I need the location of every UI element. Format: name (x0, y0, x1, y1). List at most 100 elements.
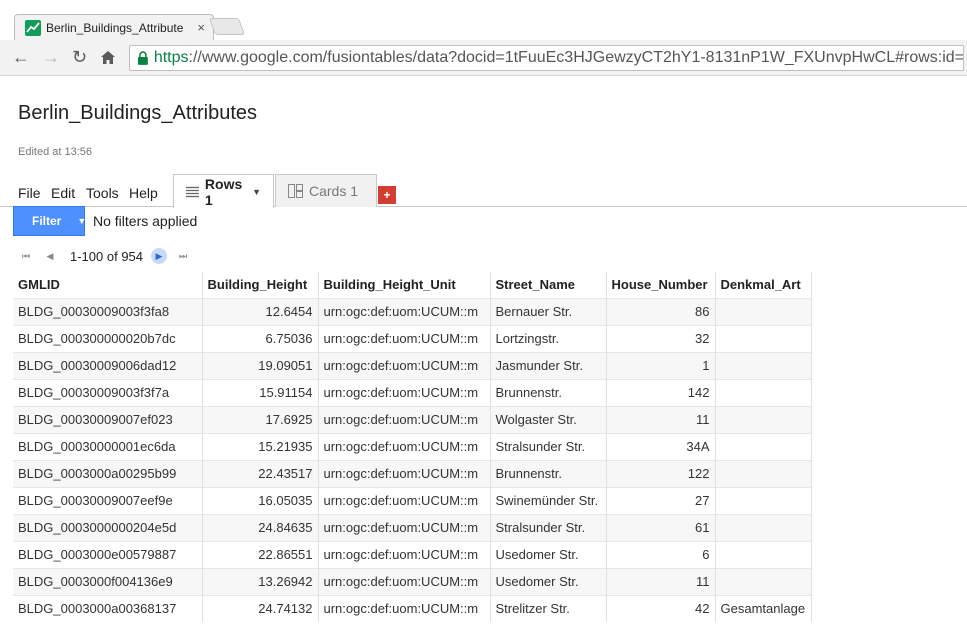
table-cell[interactable] (715, 405, 812, 433)
table-cell[interactable]: BLDG_00030009003f3f7a (13, 378, 203, 406)
table-row[interactable]: BLDG_0003000a00368137 24.74132 urn:ogc:def… (13, 594, 812, 622)
column-header[interactable]: House_Number (606, 272, 716, 298)
table-cell[interactable]: urn:ogc:def:uom:UCUM::m (318, 594, 491, 622)
table-cell[interactable]: 27 (606, 486, 716, 514)
table-cell[interactable]: 15.91154 (202, 378, 319, 406)
table-cell[interactable]: 22.86551 (202, 540, 319, 568)
table-cell[interactable] (715, 324, 812, 352)
back-icon[interactable]: ← (12, 47, 30, 67)
table-cell[interactable]: BLDG_00030009007ef023 (13, 405, 203, 433)
table-cell[interactable]: Swinemünder Str. (490, 486, 607, 514)
table-cell[interactable]: urn:ogc:def:uom:UCUM::m (318, 567, 491, 595)
table-cell[interactable]: BLDG_00030000001ec6da (13, 432, 203, 460)
add-tab-button[interactable]: + (378, 186, 396, 204)
table-cell[interactable] (715, 486, 812, 514)
table-cell[interactable] (715, 459, 812, 487)
table-row[interactable]: BLDG_00030009007ef023 17.6925 urn:ogc:def:… (13, 405, 812, 433)
table-cell[interactable]: 61 (606, 513, 716, 541)
table-cell[interactable]: Lortzingstr. (490, 324, 607, 352)
table-cell[interactable]: BLDG_00030009003f3fa8 (13, 297, 203, 325)
table-cell[interactable]: 6 (606, 540, 716, 568)
table-cell[interactable]: 1 (606, 351, 716, 379)
table-cell[interactable]: Usedomer Str. (490, 567, 607, 595)
table-row[interactable]: BLDG_00030009003f3fa8 12.6454 urn:ogc:def:… (13, 297, 812, 325)
table-cell[interactable]: 12.6454 (202, 297, 319, 325)
prev-page-icon[interactable]: ◀ (42, 248, 58, 264)
table-row[interactable]: BLDG_0003000e00579887 22.86551 urn:ogc:def… (13, 540, 812, 568)
last-page-icon[interactable]: ⏭ (175, 248, 191, 264)
column-header[interactable]: Building_Height (202, 272, 319, 298)
table-cell[interactable]: BLDG_0003000a00368137 (13, 594, 203, 622)
table-cell[interactable]: BLDG_0003000a00295b99 (13, 459, 203, 487)
table-cell[interactable]: 86 (606, 297, 716, 325)
table-cell[interactable]: BLDG_0003000e00579887 (13, 540, 203, 568)
table-cell[interactable]: urn:ogc:def:uom:UCUM::m (318, 540, 491, 568)
menu-tools[interactable]: Tools (86, 185, 119, 201)
menu-help[interactable]: Help (129, 185, 158, 201)
table-cell[interactable] (715, 513, 812, 541)
table-cell[interactable]: 17.6925 (202, 405, 319, 433)
table-cell[interactable] (715, 540, 812, 568)
table-cell[interactable] (715, 378, 812, 406)
table-row[interactable]: BLDG_0003000a00295b99 22.43517 urn:ogc:def… (13, 459, 812, 487)
table-cell[interactable]: urn:ogc:def:uom:UCUM::m (318, 513, 491, 541)
first-page-icon[interactable]: ⏮ (18, 248, 34, 264)
table-row[interactable]: BLDG_00030000001ec6da 15.21935 urn:ogc:def… (13, 432, 812, 460)
chevron-down-icon[interactable]: ▼ (252, 187, 261, 197)
table-cell[interactable]: BLDG_0003000000204e5d (13, 513, 203, 541)
menu-file[interactable]: File (18, 185, 41, 201)
table-cell[interactable]: BLDG_0003000f004136e9 (13, 567, 203, 595)
table-cell[interactable]: Brunnenstr. (490, 459, 607, 487)
tab-cards[interactable]: Cards 1 (275, 174, 377, 207)
forward-icon[interactable]: → (42, 47, 60, 67)
column-header[interactable]: Denkmal_Art (715, 272, 812, 298)
tab-rows[interactable]: Rows 1 ▼ (173, 174, 274, 208)
table-cell[interactable]: BLDG_00030009007eef9e (13, 486, 203, 514)
table-row[interactable]: BLDG_00030009006dad12 19.09051 urn:ogc:def… (13, 351, 812, 379)
table-cell[interactable]: Brunnenstr. (490, 378, 607, 406)
address-bar[interactable]: https://www.google.com/fusiontables/data… (129, 45, 964, 71)
next-page-icon[interactable]: ▶ (151, 248, 168, 264)
table-cell[interactable]: 13.26942 (202, 567, 319, 595)
table-cell[interactable]: 11 (606, 405, 716, 433)
table-row[interactable]: BLDG_0003000000204e5d 24.84635 urn:ogc:def… (13, 513, 812, 541)
table-cell[interactable]: 22.43517 (202, 459, 319, 487)
table-row[interactable]: BLDG_00030009003f3f7a 15.91154 urn:ogc:def… (13, 378, 812, 406)
menu-edit[interactable]: Edit (51, 185, 75, 201)
table-cell[interactable]: Jasmunder Str. (490, 351, 607, 379)
reload-icon[interactable]: ↻ (72, 47, 87, 67)
table-cell[interactable] (715, 567, 812, 595)
table-cell[interactable] (715, 432, 812, 460)
table-cell[interactable]: 11 (606, 567, 716, 595)
table-cell[interactable] (715, 297, 812, 325)
table-row[interactable]: BLDG_000300000020b7dc 6.75036 urn:ogc:def:… (13, 324, 812, 352)
table-cell[interactable]: Wolgaster Str. (490, 405, 607, 433)
table-cell[interactable]: 34A (606, 432, 716, 460)
table-cell[interactable]: 6.75036 (202, 324, 319, 352)
table-row[interactable]: BLDG_0003000f004136e9 13.26942 urn:ogc:def… (13, 567, 812, 595)
table-cell[interactable]: 32 (606, 324, 716, 352)
table-cell[interactable]: 15.21935 (202, 432, 319, 460)
table-cell[interactable]: 24.84635 (202, 513, 319, 541)
tab-close-icon[interactable]: × (197, 20, 205, 35)
table-cell[interactable]: urn:ogc:def:uom:UCUM::m (318, 378, 491, 406)
table-cell[interactable]: Stralsunder Str. (490, 432, 607, 460)
browser-tab[interactable]: Berlin_Buildings_Attribute × (14, 14, 214, 40)
table-cell[interactable]: Strelitzer Str. (490, 594, 607, 622)
page-title[interactable]: Berlin_Buildings_Attributes (18, 102, 257, 125)
column-header[interactable]: Building_Height_Unit (318, 272, 491, 298)
table-cell[interactable]: 142 (606, 378, 716, 406)
filter-button[interactable]: Filter ▼ (13, 206, 86, 236)
table-cell[interactable]: 42 (606, 594, 716, 622)
table-cell[interactable]: urn:ogc:def:uom:UCUM::m (318, 405, 491, 433)
column-header[interactable]: GMLID (13, 272, 203, 298)
table-cell[interactable]: BLDG_000300000020b7dc (13, 324, 203, 352)
table-cell[interactable]: 24.74132 (202, 594, 319, 622)
new-tab-button[interactable] (208, 18, 246, 35)
table-cell[interactable]: BLDG_00030009006dad12 (13, 351, 203, 379)
column-header[interactable]: Street_Name (490, 272, 607, 298)
table-cell[interactable]: urn:ogc:def:uom:UCUM::m (318, 432, 491, 460)
table-cell[interactable]: urn:ogc:def:uom:UCUM::m (318, 459, 491, 487)
table-cell[interactable]: urn:ogc:def:uom:UCUM::m (318, 351, 491, 379)
table-cell[interactable]: 16.05035 (202, 486, 319, 514)
